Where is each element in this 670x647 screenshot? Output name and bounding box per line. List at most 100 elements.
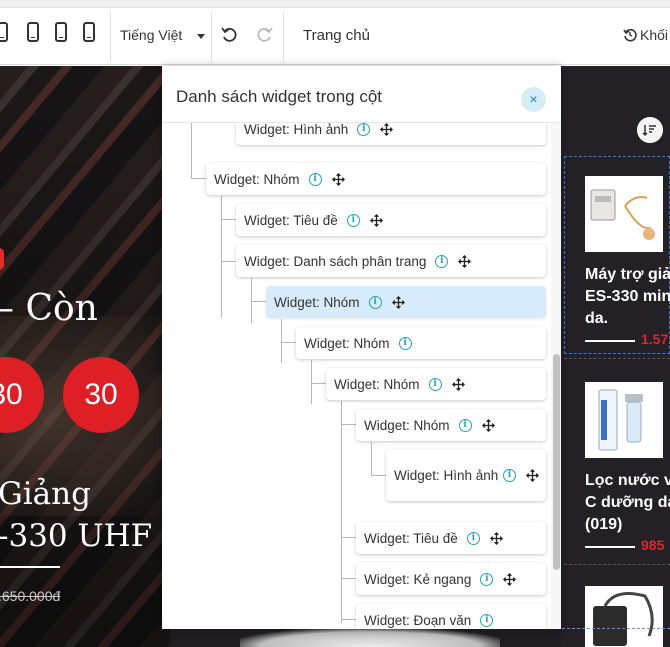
widget-node[interactable]: Widget: Kẻ ngang i — [356, 563, 546, 595]
widget-node[interactable]: Widget: Nhóm i — [206, 163, 546, 195]
info-icon[interactable]: i — [398, 336, 412, 350]
widget-node-label: Widget: Nhóm — [334, 376, 420, 392]
product-name-line: da. — [585, 310, 609, 327]
info-icon[interactable]: i — [368, 295, 382, 309]
tree-connector — [221, 219, 236, 220]
product-name-line: C dưỡng da — [585, 494, 670, 511]
undo-icon[interactable] — [219, 24, 241, 46]
tree-connector — [311, 383, 326, 384]
info-icon[interactable]: i — [480, 572, 494, 586]
widget-node[interactable]: Widget: Hình ảnh i — [386, 449, 546, 501]
move-icon[interactable] — [458, 254, 472, 268]
move-icon[interactable] — [331, 172, 345, 186]
product-divider — [585, 546, 635, 548]
tree-connector — [221, 196, 222, 318]
product-price: 1.57 — [641, 331, 669, 347]
move-icon[interactable] — [451, 377, 465, 391]
hero-product-model: -330 UHF — [0, 518, 153, 554]
chevron-down-icon — [197, 34, 205, 39]
hero-old-price: .650.000đ — [0, 588, 61, 604]
product-image[interactable] — [585, 586, 663, 647]
move-icon[interactable] — [526, 468, 539, 482]
info-icon[interactable]: i — [435, 254, 449, 268]
widget-node[interactable]: Widget: Tiêu đề i — [236, 204, 546, 236]
blocks-button-label: Khối — [640, 27, 669, 43]
blocks-button[interactable]: Khối — [623, 27, 668, 43]
tablet-view-icon[interactable] — [27, 22, 39, 42]
widget-node-label: Widget: Nhóm — [274, 294, 360, 310]
info-icon[interactable]: i — [346, 213, 360, 227]
product-image[interactable] — [585, 176, 663, 252]
move-icon[interactable] — [489, 531, 503, 545]
info-icon[interactable]: i — [466, 531, 480, 545]
product-price: 985 — [641, 537, 665, 553]
widget-node-selected[interactable]: Widget: Nhóm i — [266, 286, 546, 318]
tree-connector — [221, 261, 236, 262]
tree-connector — [341, 401, 342, 623]
tree-connector — [341, 537, 356, 538]
tree-connector — [311, 360, 312, 404]
move-icon[interactable] — [380, 123, 394, 136]
info-icon[interactable]: i — [503, 468, 516, 482]
countdown-minutes: 30 — [63, 357, 139, 433]
move-icon[interactable] — [503, 572, 517, 586]
tree-connector — [251, 301, 266, 302]
tree-connector — [191, 178, 206, 179]
widget-node-label: Widget: Hình ảnh — [244, 123, 349, 137]
widget-node-label: Widget: Nhóm — [214, 171, 300, 187]
tree-connector — [341, 578, 356, 579]
product-divider — [585, 340, 635, 342]
history-icon — [623, 28, 637, 42]
dialog-header: Danh sách widget trong cột × — [162, 66, 561, 123]
toolbar-divider — [211, 12, 212, 62]
product-name-line: Máy trợ giả — [585, 266, 670, 283]
info-icon[interactable]: i — [428, 377, 442, 391]
editor-toolbar: Tiếng Việt Trang chủ Khối — [0, 8, 670, 65]
tree-connector — [281, 319, 282, 363]
widget-node[interactable]: Widget: Nhóm i — [356, 409, 546, 441]
tree-connector — [191, 123, 192, 178]
widget-node[interactable]: Widget: Nhóm i — [296, 327, 546, 359]
product-name[interactable]: Máy trợ giả ES-330 min da. — [585, 264, 670, 330]
move-icon[interactable] — [391, 295, 405, 309]
product-name-line: Lọc nước v — [585, 472, 670, 489]
mobile-landscape-view-icon[interactable] — [55, 22, 67, 42]
info-icon[interactable]: i — [458, 418, 472, 432]
widget-node-label: Widget: Nhóm — [364, 417, 450, 433]
widget-node[interactable]: Widget: Đoạn văn i — [356, 604, 546, 629]
product-name[interactable]: Lọc nước v C dưỡng da (019) — [585, 470, 670, 536]
info-icon[interactable]: i — [357, 123, 371, 136]
hero-title: – Còn — [0, 288, 98, 329]
widget-node[interactable]: Widget: Hình ảnh i — [236, 123, 546, 145]
widget-tree: Widget: Hình ảnh i Widget: Nhóm i Widget… — [162, 123, 561, 629]
mobile-view-icon[interactable] — [83, 22, 95, 42]
toolbar-divider — [110, 12, 111, 62]
product-image[interactable] — [585, 382, 663, 458]
widget-node[interactable]: Widget: Nhóm i — [326, 368, 546, 400]
product-separator — [564, 564, 670, 565]
move-icon[interactable] — [369, 213, 383, 227]
info-icon[interactable]: i — [480, 613, 494, 627]
product-separator — [564, 358, 670, 359]
redo-icon[interactable] — [253, 24, 275, 46]
widget-node-label: Widget: Hình ảnh — [394, 467, 499, 483]
widget-node-label: Widget: Tiêu đề — [244, 212, 338, 228]
page-selector[interactable]: Trang chủ — [303, 27, 370, 44]
widget-node[interactable]: Widget: Danh sách phân trang i — [236, 245, 546, 277]
toolbar-divider — [283, 12, 284, 62]
close-button[interactable]: × — [521, 87, 546, 112]
product-name-line: ES-330 min — [585, 288, 670, 305]
desktop-view-icon[interactable] — [0, 22, 8, 42]
scrollbar-thumb[interactable] — [553, 354, 560, 570]
info-icon[interactable]: i — [308, 172, 322, 186]
canvas-bottom-image — [240, 629, 500, 647]
widget-node[interactable]: Widget: Tiêu đề i — [356, 522, 546, 554]
tree-connector — [371, 475, 386, 476]
widget-list-dialog: Danh sách widget trong cột × Widget: Hìn… — [162, 66, 561, 629]
product-name-line: (019) — [585, 516, 623, 533]
tree-connector — [341, 424, 356, 425]
widget-node-label: Widget: Kẻ ngang — [364, 571, 472, 587]
widget-node-label: Widget: Danh sách phân trang — [244, 253, 427, 269]
move-icon[interactable] — [481, 418, 495, 432]
sort-filter-icon[interactable] — [637, 117, 663, 143]
